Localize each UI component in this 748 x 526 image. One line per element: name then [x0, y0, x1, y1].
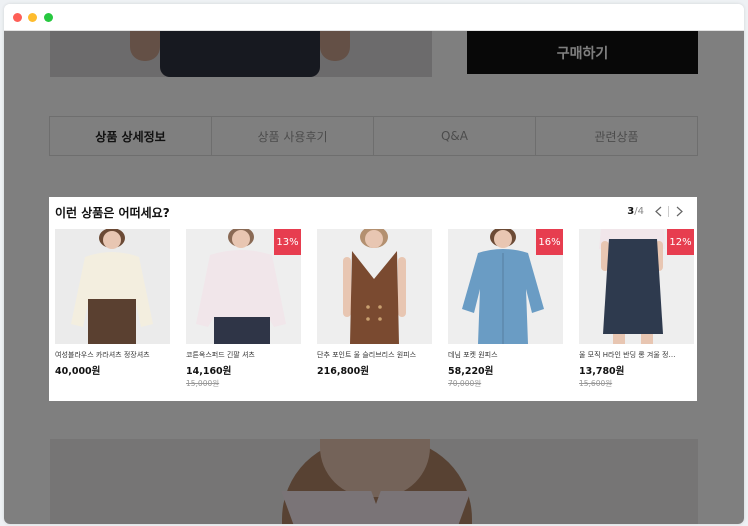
product-card[interactable]: 단추 포인트 울 슬리브리스 원피스 216,800원 — [317, 229, 432, 377]
product-name[interactable]: 단추 포인트 울 슬리브리스 원피스 — [317, 350, 432, 360]
product-image[interactable]: 13% — [186, 229, 301, 344]
original-price: 15,600원 — [579, 379, 613, 388]
browser-window: 구매하기 상품 상세정보 상품 사용후기 Q&A 관련상품 이런 상품은 어떠세… — [4, 4, 744, 524]
product-name[interactable]: 여성블라우스 카라셔츠 정장셔츠 — [55, 350, 170, 360]
carousel-pager: 3 /4 — [627, 204, 685, 218]
product-card[interactable]: 여성블라우스 카라셔츠 정장셔츠 40,000원 — [55, 229, 170, 377]
maximize-dot[interactable] — [44, 13, 53, 22]
product-name[interactable]: 울 모직 H라인 반딩 롱 겨울 정… — [579, 350, 694, 360]
product-carousel: 여성블라우스 카라셔츠 정장셔츠 40,000원 13% 코튼옥스퍼드 긴팔 셔… — [55, 229, 695, 397]
pager-total: /4 — [634, 205, 644, 217]
product-image[interactable] — [317, 229, 432, 344]
pager-divider — [668, 205, 669, 217]
product-card[interactable]: 13% 코튼옥스퍼드 긴팔 셔츠 14,160원 15,000원 — [186, 229, 301, 389]
product-price: 14,160원 — [186, 366, 232, 377]
page-viewport: 구매하기 상품 상세정보 상품 사용후기 Q&A 관련상품 이런 상품은 어떠세… — [4, 31, 744, 524]
product-price: 13,780원 — [579, 366, 625, 377]
product-image[interactable]: 12% — [579, 229, 694, 344]
product-image[interactable]: 16% — [448, 229, 563, 344]
popup-title: 이런 상품은 어떠세요? — [55, 206, 170, 220]
product-price: 40,000원 — [55, 366, 101, 377]
discount-badge: 13% — [274, 229, 301, 255]
discount-badge: 16% — [536, 229, 563, 255]
chevron-left-icon[interactable] — [652, 204, 664, 218]
recommendation-popup: 이런 상품은 어떠세요? 3 /4 여성블라우스 카라셔츠 정장셔츠 40,00… — [49, 197, 697, 401]
close-dot[interactable] — [13, 13, 22, 22]
pager-current: 3 — [627, 205, 635, 217]
original-price: 15,000원 — [186, 379, 220, 388]
product-card[interactable]: 16% 데님 포켓 원피스 58,220원 70,000원 — [448, 229, 563, 389]
product-price: 216,800원 — [317, 366, 370, 377]
original-price: 70,000원 — [448, 379, 482, 388]
product-name[interactable]: 코튼옥스퍼드 긴팔 셔츠 — [186, 350, 301, 360]
title-bar — [4, 4, 744, 31]
product-price: 58,220원 — [448, 366, 494, 377]
chevron-right-icon[interactable] — [673, 204, 685, 218]
product-image[interactable] — [55, 229, 170, 344]
product-name[interactable]: 데님 포켓 원피스 — [448, 350, 563, 360]
product-card[interactable]: 12% 울 모직 H라인 반딩 롱 겨울 정… 13,780원 15,600원 — [579, 229, 694, 389]
minimize-dot[interactable] — [28, 13, 37, 22]
discount-badge: 12% — [667, 229, 694, 255]
